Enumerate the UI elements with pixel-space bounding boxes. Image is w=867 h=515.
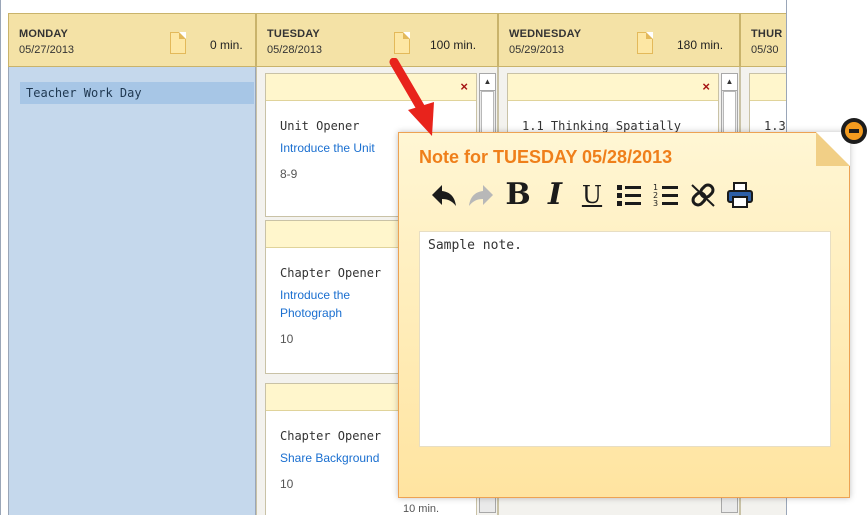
day-header-monday: MONDAY 05/27/2013 0 min. xyxy=(8,13,256,67)
editor-toolbar: B I U 1 2 3 xyxy=(429,180,762,210)
note-text-area[interactable]: Sample note. xyxy=(419,231,831,447)
card-link[interactable]: Introduce the Unit xyxy=(280,139,390,157)
event-item[interactable]: Teacher Work Day xyxy=(20,82,254,104)
note-icon[interactable] xyxy=(637,32,653,54)
svg-text:3: 3 xyxy=(653,199,658,208)
day-header-thursday: THUR 05/30 xyxy=(740,13,786,67)
redo-icon[interactable] xyxy=(466,180,496,210)
card-header xyxy=(750,74,786,101)
card-header: × xyxy=(266,74,476,101)
day-name: THUR xyxy=(751,28,783,40)
day-column-monday: MONDAY 05/27/2013 0 min. Teacher Work Da… xyxy=(8,13,256,515)
minimize-inner xyxy=(845,122,863,140)
print-icon[interactable] xyxy=(725,180,755,210)
day-date: 05/28/2013 xyxy=(267,44,323,56)
numbered-list-icon[interactable]: 1 2 3 xyxy=(651,180,681,210)
day-body-monday: Teacher Work Day xyxy=(8,67,256,515)
scroll-up-icon[interactable]: ▲ xyxy=(722,74,737,91)
bold-icon[interactable]: B xyxy=(503,180,533,210)
card-link[interactable]: Introduce the Photograph xyxy=(280,286,390,322)
day-name: WEDNESDAY xyxy=(509,28,582,40)
minimize-bar xyxy=(849,129,859,133)
scroll-up-icon[interactable]: ▲ xyxy=(480,74,495,91)
day-name: TUESDAY xyxy=(267,28,320,40)
remove-icon[interactable]: × xyxy=(460,80,468,93)
note-icon[interactable] xyxy=(170,32,186,54)
day-date: 05/29/2013 xyxy=(509,44,565,56)
card-link[interactable]: Share Background xyxy=(280,449,390,467)
day-minutes: 180 min. xyxy=(677,38,724,52)
arrow-icon xyxy=(389,58,434,136)
note-icon[interactable] xyxy=(394,32,410,54)
card-title: Unit Opener xyxy=(280,119,360,133)
day-date: 05/30 xyxy=(751,44,779,56)
day-date: 05/27/2013 xyxy=(19,44,75,56)
remove-icon[interactable]: × xyxy=(702,80,710,93)
bullet-list-icon[interactable] xyxy=(614,180,644,210)
link-icon[interactable] xyxy=(688,180,718,210)
day-header-wednesday: WEDNESDAY 05/29/2013 180 min. xyxy=(498,13,740,67)
card-title: 1.1 Thinking Spatially xyxy=(522,119,681,133)
day-name: MONDAY xyxy=(19,28,69,40)
duration-label: 10 min. xyxy=(403,503,440,515)
day-minutes: 0 min. xyxy=(210,38,243,52)
italic-icon[interactable]: I xyxy=(540,180,570,210)
card-title: 1.3 xyxy=(764,119,786,133)
day-header-tuesday: TUESDAY 05/28/2013 100 min. xyxy=(256,13,498,67)
undo-icon[interactable] xyxy=(429,180,459,210)
note-popup: Note for TUESDAY 05/28/2013 B I U 1 2 3 xyxy=(398,132,850,498)
underline-icon[interactable]: U xyxy=(577,180,607,210)
card-header: × xyxy=(508,74,718,101)
popup-title: Note for TUESDAY 05/28/2013 xyxy=(419,147,673,167)
minimize-icon[interactable] xyxy=(841,118,867,144)
day-minutes: 100 min. xyxy=(430,38,477,52)
